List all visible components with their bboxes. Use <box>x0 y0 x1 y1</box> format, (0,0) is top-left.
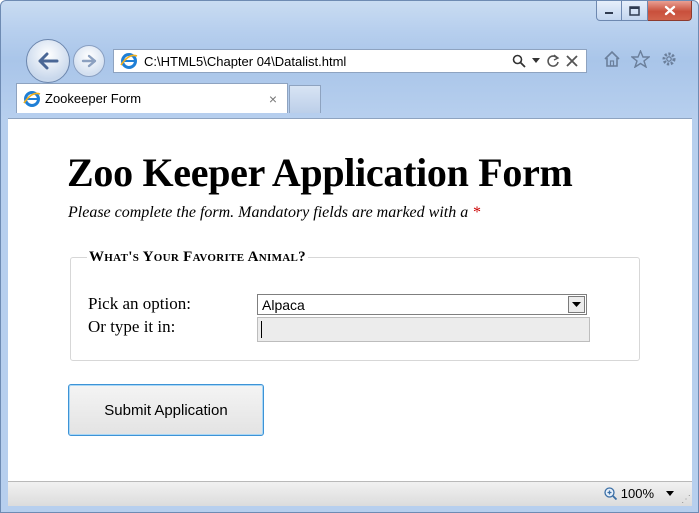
chevron-down-icon[interactable] <box>658 490 674 497</box>
text-caret <box>261 321 262 338</box>
page-content: Zoo Keeper Application Form Please compl… <box>8 118 692 482</box>
address-url[interactable]: C:\HTML5\Chapter 04\Datalist.html <box>144 54 512 69</box>
resize-grip[interactable]: ⋰ <box>681 494 691 505</box>
required-marker: * <box>472 204 481 221</box>
maximize-icon <box>629 5 640 16</box>
status-bar: 100% ⋰ <box>8 481 692 506</box>
close-icon <box>664 5 675 16</box>
maximize-button[interactable] <box>622 1 648 21</box>
subtitle-text: Please complete the form. Mandatory fiel… <box>68 204 469 221</box>
dropdown-arrow-icon[interactable] <box>532 58 540 64</box>
tools-gear-icon[interactable] <box>660 50 678 68</box>
zoom-control[interactable]: 100% <box>604 486 674 501</box>
tab-bar: Zookeeper Form × <box>1 81 698 118</box>
animal-select[interactable]: Alpaca <box>257 294 587 315</box>
pick-option-label: Pick an option: <box>88 294 191 313</box>
back-arrow-icon <box>38 52 59 70</box>
tab-zookeeper-form[interactable]: Zookeeper Form × <box>16 83 288 113</box>
zoom-icon <box>604 487 617 500</box>
window-caption-buttons <box>596 1 692 21</box>
favorites-star-icon[interactable] <box>631 50 650 68</box>
refresh-icon[interactable] <box>546 54 560 68</box>
new-tab-button[interactable] <box>289 85 321 113</box>
page-title: Zoo Keeper Application Form <box>67 150 573 195</box>
search-icon[interactable] <box>512 54 526 68</box>
minimize-icon <box>605 11 613 14</box>
fieldset-legend: What's Your Favorite Animal? <box>89 249 306 265</box>
animal-text-input[interactable] <box>257 317 590 342</box>
browser-window: C:\HTML5\Chapter 04\Datalist.html Zookee… <box>0 0 699 513</box>
address-bar[interactable]: C:\HTML5\Chapter 04\Datalist.html <box>113 49 587 73</box>
chevron-down-icon <box>572 301 581 307</box>
ie-page-icon <box>23 90 41 107</box>
forward-button[interactable] <box>73 45 105 77</box>
ie-page-icon <box>120 53 138 69</box>
page-subtitle: Please complete the form. Mandatory fiel… <box>68 204 480 222</box>
address-tools <box>512 54 578 68</box>
back-button[interactable] <box>26 39 70 83</box>
close-window-button[interactable] <box>648 1 692 21</box>
type-it-in-label: Or type it in: <box>88 317 176 336</box>
select-dropdown-button[interactable] <box>568 296 585 313</box>
animal-select-value: Alpaca <box>262 296 305 313</box>
tab-title: Zookeeper Form <box>45 91 142 106</box>
home-icon[interactable] <box>603 50 621 68</box>
zoom-level: 100% <box>620 486 654 501</box>
forward-arrow-icon <box>81 54 97 68</box>
submit-application-button[interactable]: Submit Application <box>68 384 264 436</box>
tab-close-button[interactable]: × <box>269 91 277 107</box>
stop-icon[interactable] <box>566 55 578 67</box>
browser-command-icons <box>603 50 678 68</box>
minimize-button[interactable] <box>596 1 622 21</box>
